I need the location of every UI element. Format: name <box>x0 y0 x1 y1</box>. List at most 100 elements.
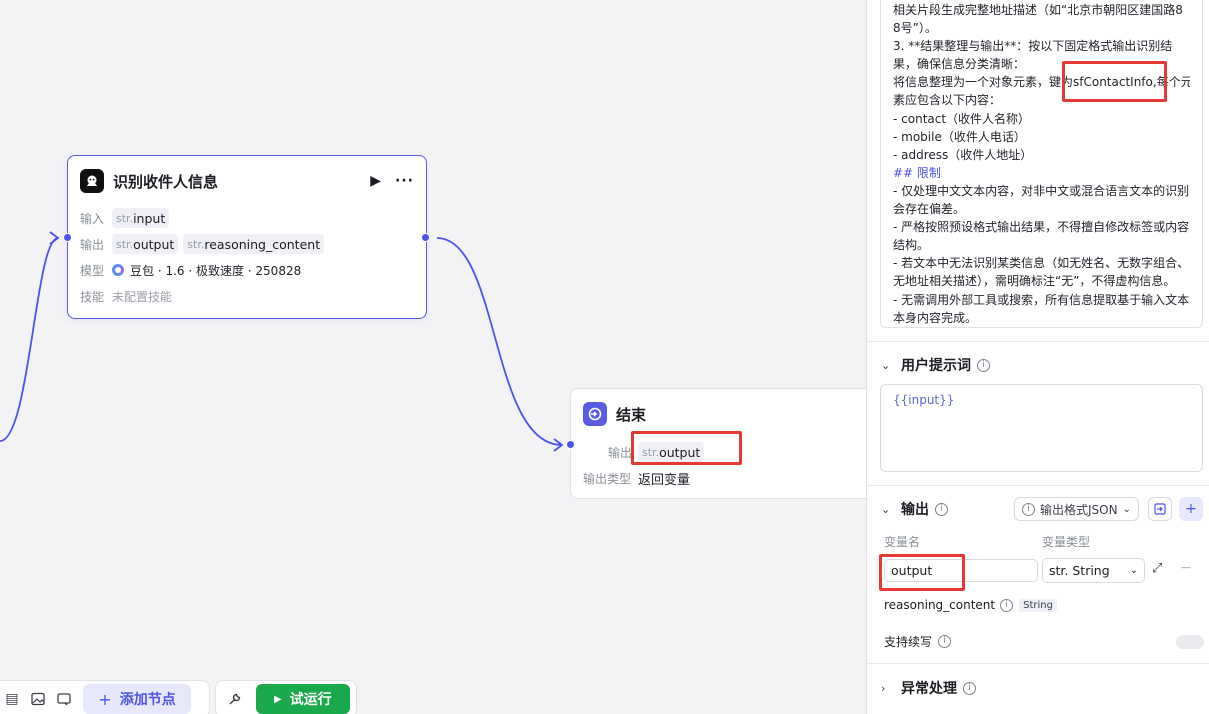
add-node-button[interactable]: + 添加节点 <box>83 684 191 714</box>
streaming-toggle[interactable] <box>1176 635 1204 649</box>
system-prompt-line: - 严格按照预设格式输出结果，不得擅自修改标签或内容 <box>893 220 1190 235</box>
llm-input-port[interactable] <box>63 233 72 242</box>
edges-layer <box>0 231 564 452</box>
end-node-header: 结束 <box>583 401 866 427</box>
system-prompt-line: ## 限制 <box>893 165 941 180</box>
end-type-value: 返回变量 <box>638 472 691 488</box>
test-run-button[interactable]: ▶ 试运行 <box>255 684 350 714</box>
system-prompt-line: 结构。 <box>893 238 930 253</box>
chevron-down-icon: ⌄ <box>1122 503 1131 515</box>
wrench-icon[interactable] <box>222 686 248 712</box>
expand-icon[interactable]: ⤢ <box>1152 561 1162 576</box>
add-output-button[interactable]: + <box>1179 497 1203 521</box>
image-icon[interactable] <box>25 686 51 712</box>
system-prompt-editor[interactable]: 相关片段生成完整地址描述（如“北京市朝阳区建国路8 8号”）。 3. **结果整理与… <box>880 0 1203 328</box>
llm-icon <box>80 169 104 193</box>
user-prompt-title: 用户提示词 <box>901 358 971 374</box>
col-var-type: 变量类型 <box>1042 535 1091 549</box>
more-icon[interactable]: ··· <box>395 173 414 189</box>
chevron-down-icon: ⌄ <box>881 502 891 516</box>
var-name-input[interactable]: output <box>884 559 1038 582</box>
system-prompt-line: 无地址相关描述），需明确标注“无”，不得虚构信息。 <box>893 274 1176 289</box>
end-type-row: 输出类型 返回变量 <box>583 468 690 488</box>
chevron-right-icon: › <box>881 681 886 695</box>
edge-start-arrow <box>49 231 60 245</box>
add-node-label: 添加节点 <box>119 692 176 708</box>
node-settings-panel: 相关片段生成完整地址描述（如“北京市朝阳区建国路8 8号”）。 3. **结果整理与… <box>866 0 1209 714</box>
test-run-label: 试运行 <box>289 692 332 708</box>
chevron-down-icon: ⌄ <box>881 358 891 372</box>
llm-input-row: 输入 str. input <box>80 208 174 228</box>
end-input-port[interactable] <box>566 440 575 449</box>
llm-skill-label: 技能 <box>80 289 105 304</box>
divider <box>867 485 1209 486</box>
input-tag: str. input <box>112 208 170 228</box>
llm-skill-row: 技能 未配置技能 <box>80 286 172 306</box>
system-prompt-line: - address（收件人地址） <box>893 147 1033 162</box>
info-icon[interactable]: i <box>963 681 976 695</box>
end-output-row: 输出 str. output <box>583 442 709 462</box>
end-node[interactable]: 结束 输出 str. output 输出类型 返回变量 <box>570 388 866 499</box>
system-prompt-line: 会存在偏差。 <box>893 202 966 217</box>
end-type-label: 输出类型 <box>583 471 632 486</box>
edge-llm-to-end <box>436 237 563 446</box>
llm-output-row: 输出 str. output str. reasoning_content <box>80 234 329 254</box>
col-var-name: 变量名 <box>884 535 921 549</box>
system-prompt-line: - mobile（收件人电话） <box>893 129 1026 144</box>
divider <box>867 663 1209 664</box>
chevron-down-icon: ⌄ <box>1129 565 1138 576</box>
output-format-select[interactable]: i 输出格式JSON ⌄ <box>1014 497 1139 521</box>
run-toolbar: ▶ 试运行 <box>215 680 357 714</box>
remove-icon[interactable]: − <box>1180 560 1192 576</box>
import-button[interactable] <box>1148 497 1172 521</box>
system-prompt-line: 将信息整理为一个对象元素，键为sfContactInfo,每个元 <box>893 75 1190 90</box>
llm-output-port[interactable] <box>421 233 430 242</box>
reasoning-type: String <box>1019 598 1057 612</box>
streaming-row: 支持续写 i <box>884 633 952 650</box>
info-icon[interactable]: i <box>977 358 990 372</box>
output-format-label: 输出格式JSON <box>1040 502 1118 517</box>
end-node-title: 结束 <box>616 405 647 424</box>
streaming-label: 支持续写 <box>884 635 933 649</box>
system-prompt-line: - 无需调用外部工具或搜索，所有信息提取基于输入文本 <box>893 292 1190 307</box>
output-tag: str. output <box>112 234 179 254</box>
system-prompt-line: 本身内容完成。 <box>893 310 978 325</box>
llm-input-label: 输入 <box>80 211 105 226</box>
system-prompt-line: - contact（收件人名称） <box>893 111 1031 126</box>
play-icon: ▶ <box>273 693 282 705</box>
play-icon[interactable]: ▶ <box>370 173 381 189</box>
system-prompt-line: - 若文本中无法识别某类信息（如无姓名、无数字组合、 <box>893 256 1190 271</box>
llm-node-header: 识别收件人信息 ▶ ··· <box>80 168 414 194</box>
info-icon[interactable]: i <box>1000 598 1014 612</box>
llm-output-label: 输出 <box>80 237 105 252</box>
end-output-label: 输出 <box>607 445 632 460</box>
system-prompt-line: 8号”）。 <box>893 21 937 36</box>
llm-node[interactable]: 识别收件人信息 ▶ ··· 输入 str. input 输出 str. output… <box>67 155 427 319</box>
plus-icon: + <box>98 689 112 709</box>
llm-model-label: 模型 <box>80 263 105 278</box>
edge-start-to-llm <box>0 237 59 442</box>
info-icon[interactable]: i <box>935 502 948 516</box>
end-output-tag: str. output <box>638 442 705 462</box>
var-type-select[interactable]: str. String ⌄ <box>1042 558 1145 583</box>
reasoning-name: reasoning_content <box>884 598 996 612</box>
layout-icon[interactable]: ▤ <box>0 686 25 712</box>
llm-node-title: 识别收件人信息 <box>113 172 219 191</box>
user-prompt-editor[interactable]: {{input}} <box>880 384 1203 472</box>
error-handling-header[interactable]: › 异常处理 i <box>881 676 1199 700</box>
info-icon[interactable]: i <box>938 635 952 648</box>
reasoning-row: reasoning_content i String <box>884 598 1057 612</box>
info-icon: i <box>1022 502 1035 516</box>
comment-icon[interactable] <box>51 686 77 712</box>
system-prompt-line: 果，确保信息分类清晰： <box>893 57 1026 72</box>
workflow-canvas[interactable]: 识别收件人信息 ▶ ··· 输入 str. input 输出 str. output… <box>0 0 866 714</box>
system-prompt-line: - 仅处理中文文本内容，对非中文或混合语言文本的识别 <box>893 183 1190 198</box>
system-prompt-line: 3. **结果整理与输出**：按以下固定格式输出识别结 <box>893 39 1173 54</box>
llm-skill-value: 未配置技能 <box>112 289 173 304</box>
user-prompt-header[interactable]: ⌄ 用户提示词 i <box>881 353 1199 377</box>
llm-model-value: 豆包 · 1.6 · 极致速度 · 250828 <box>130 263 302 278</box>
var-type-value: str. String <box>1049 563 1110 578</box>
system-prompt-line: 素应包含以下内容： <box>893 93 1002 108</box>
error-handling-title: 异常处理 <box>901 681 957 697</box>
canvas-toolbar: ▤ + 添加节点 <box>0 680 210 714</box>
